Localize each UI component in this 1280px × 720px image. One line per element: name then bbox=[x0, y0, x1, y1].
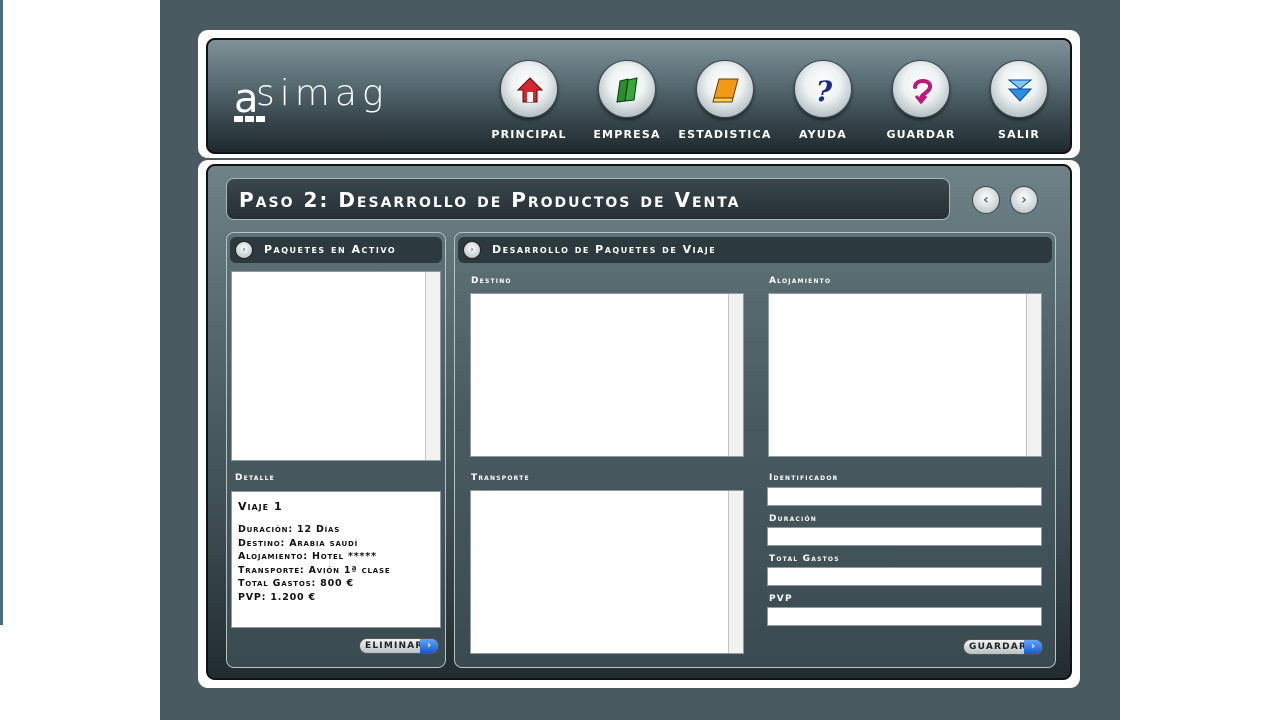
logo-text: simag bbox=[256, 73, 389, 114]
delete-button[interactable]: ELIMINAR › bbox=[359, 638, 439, 654]
home-icon bbox=[516, 77, 544, 103]
nav-empresa-button[interactable]: EMPRESA bbox=[578, 60, 676, 146]
alojamiento-scrollbar[interactable] bbox=[1026, 294, 1041, 456]
nav-ayuda-button[interactable]: ? AYUDA bbox=[774, 60, 872, 146]
transporte-scrollbar[interactable] bbox=[728, 491, 743, 653]
logo-letter: a bbox=[234, 76, 259, 122]
identificador-field[interactable] bbox=[767, 487, 1042, 506]
previous-step-button[interactable]: ‹ bbox=[972, 186, 1000, 214]
nav-label-empresa: EMPRESA bbox=[593, 128, 661, 141]
total-gastos-field[interactable] bbox=[767, 567, 1042, 586]
svg-text:?: ? bbox=[816, 75, 833, 105]
chevron-left-icon: ‹ bbox=[983, 192, 989, 208]
nav-label-ayuda: AYUDA bbox=[798, 128, 847, 141]
save-curl-icon bbox=[913, 79, 932, 105]
app-window: a simag PRINCIPAL EMPRESA ESTADISTICA ? … bbox=[160, 0, 1120, 720]
chevron-right-icon: › bbox=[1021, 192, 1027, 208]
nav-label-salir: SALIR bbox=[997, 128, 1040, 141]
pvp-field[interactable] bbox=[767, 607, 1042, 626]
nav-orb bbox=[990, 60, 1048, 118]
active-packages-header: › Paquetes en Activo bbox=[230, 237, 442, 263]
exit-arrow-icon bbox=[1007, 79, 1033, 102]
destino-scrollbar[interactable] bbox=[728, 294, 743, 456]
duracion-field[interactable] bbox=[767, 527, 1042, 546]
pvp-label: PVP bbox=[769, 594, 793, 604]
nav-label-principal: PRINCIPAL bbox=[491, 128, 567, 141]
save-package-button-label: GUARDAR bbox=[969, 642, 1028, 652]
package-development-header: › Desarrollo de Paquetes de Viaje bbox=[458, 237, 1052, 263]
nav-principal-button[interactable]: PRINCIPAL bbox=[480, 60, 578, 146]
left-edge-stripe bbox=[0, 0, 3, 625]
package-development-panel: › Desarrollo de Paquetes de Viaje Destin… bbox=[454, 232, 1056, 668]
detail-pvp: PVP: 1.200 € bbox=[238, 591, 316, 603]
total-gastos-label: Total Gastos bbox=[769, 554, 840, 564]
alojamiento-label: Alojamiento bbox=[769, 276, 832, 286]
nav-orb bbox=[892, 60, 950, 118]
arrow-right-icon: › bbox=[420, 639, 438, 653]
package-development-title: Desarrollo de Paquetes de Viaje bbox=[492, 243, 717, 256]
step-title: Paso 2: Desarrollo de Productos de Venta bbox=[239, 188, 741, 212]
detail-accommodation: Alojamiento: Hotel ***** bbox=[238, 551, 377, 563]
destino-label: Destino bbox=[471, 276, 512, 286]
active-packages-scrollbar[interactable] bbox=[425, 272, 440, 460]
detail-total-expenses: Total Gastos: 800 € bbox=[238, 578, 354, 590]
active-packages-list[interactable] bbox=[231, 271, 441, 461]
nav-estadistica-button[interactable]: ESTADISTICA bbox=[676, 60, 774, 146]
nav-salir-button[interactable]: SALIR bbox=[970, 60, 1068, 146]
notebook-icon bbox=[712, 78, 739, 103]
next-step-button[interactable]: › bbox=[1010, 186, 1038, 214]
transporte-label: Transporte bbox=[471, 473, 530, 483]
nav-orb bbox=[598, 60, 656, 118]
save-package-button[interactable]: GUARDAR › bbox=[963, 639, 1043, 655]
active-packages-title: Paquetes en Activo bbox=[264, 243, 397, 256]
detail-destination: Destino: Arabia saudí bbox=[238, 537, 358, 549]
nav-label-guardar: GUARDAR bbox=[886, 128, 956, 141]
delete-button-label: ELIMINAR bbox=[365, 641, 424, 651]
nav-orb: ? bbox=[794, 60, 852, 118]
detail-label: Detalle bbox=[235, 473, 275, 483]
duracion-label: Duración bbox=[769, 514, 817, 524]
nav-orb bbox=[500, 60, 558, 118]
detail-transport: Transporte: Avión 1ª clase bbox=[238, 564, 391, 576]
step-title-bar: Paso 2: Desarrollo de Productos de Venta bbox=[226, 178, 950, 220]
identificador-label: Identificador bbox=[769, 473, 839, 483]
nav-label-estadistica: ESTADISTICA bbox=[678, 128, 772, 141]
body-panel: Paso 2: Desarrollo de Productos de Venta… bbox=[206, 164, 1072, 680]
destino-list[interactable] bbox=[470, 293, 744, 457]
nav-guardar-button[interactable]: GUARDAR bbox=[872, 60, 970, 146]
detail-duration: Duración: 12 Días bbox=[238, 524, 341, 535]
arrow-right-icon: › bbox=[1024, 640, 1042, 654]
books-icon bbox=[616, 77, 638, 103]
alojamiento-list[interactable] bbox=[768, 293, 1042, 457]
header-bar: a simag PRINCIPAL EMPRESA ESTADISTICA ? … bbox=[206, 38, 1072, 154]
nav-orb bbox=[696, 60, 754, 118]
bullet-arrow-icon: › bbox=[235, 241, 253, 259]
question-icon: ? bbox=[816, 75, 833, 105]
bullet-arrow-icon: › bbox=[463, 241, 481, 259]
package-detail-title: Viaje 1 bbox=[238, 500, 283, 513]
package-detail-box: Viaje 1 Duración: 12 Días Destino: Arabi… bbox=[231, 491, 441, 628]
asimag-logo: a simag bbox=[232, 74, 432, 124]
transporte-list[interactable] bbox=[470, 490, 744, 654]
active-packages-panel: › Paquetes en Activo Detalle Viaje 1 Dur… bbox=[226, 232, 446, 668]
